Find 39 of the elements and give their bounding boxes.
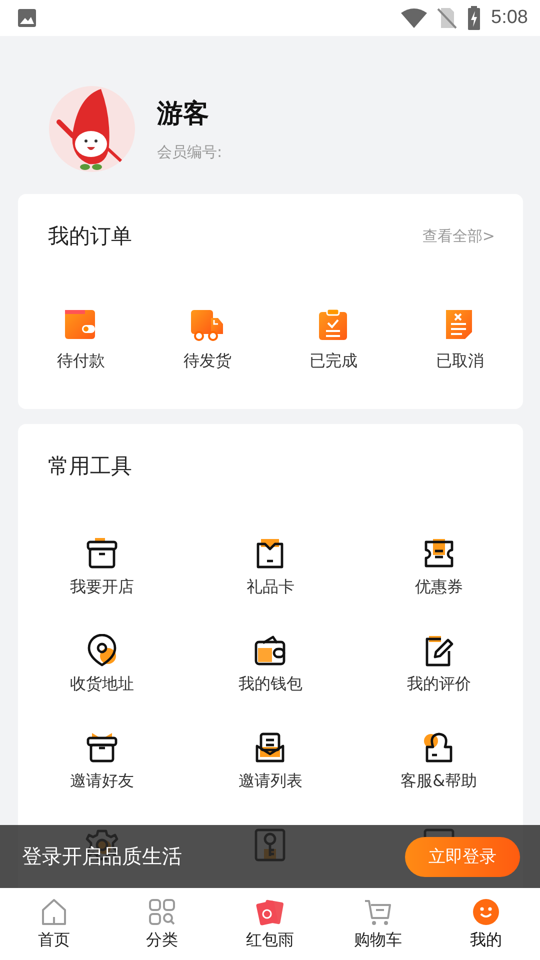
- tool-button[interactable]: 客服&帮助: [354, 731, 523, 792]
- smiley-face-icon: [472, 898, 500, 926]
- tab-button[interactable]: 购物车: [324, 898, 432, 950]
- tool-button[interactable]: 我要开店: [18, 537, 186, 598]
- section-title: 常用工具: [48, 453, 132, 480]
- wallet-icon: [253, 634, 288, 668]
- battery-icon: [467, 6, 482, 30]
- order-status-button[interactable]: 已取消: [396, 309, 523, 372]
- section-title: 我的订单: [48, 223, 132, 250]
- wifi-icon: [401, 8, 428, 28]
- tool-button[interactable]: 收货地址: [18, 634, 186, 695]
- grid-search-icon: [148, 898, 176, 926]
- storage-box-icon: [85, 537, 120, 571]
- tool-button[interactable]: 我的评价: [354, 634, 523, 695]
- tab-button[interactable]: 红包雨: [216, 898, 324, 950]
- no-sim-icon: [437, 7, 458, 29]
- order-status-button[interactable]: 待发货: [144, 309, 270, 372]
- tool-button[interactable]: 礼品卡: [186, 537, 355, 598]
- tool-button[interactable]: 优惠券: [354, 537, 523, 598]
- tab-button[interactable]: 我的: [432, 898, 540, 950]
- tab-button[interactable]: 首页: [0, 898, 108, 950]
- clipboard-check-icon: [318, 309, 350, 341]
- order-status-button[interactable]: 待付款: [18, 309, 144, 372]
- tool-button[interactable]: 我的钱包: [186, 634, 355, 695]
- gift-box-icon: [85, 731, 120, 765]
- image-icon: [17, 8, 37, 28]
- clock-time: 5:08: [491, 7, 528, 29]
- login-prompt-text: 登录开启品质生活: [22, 843, 182, 870]
- cart-icon: [364, 898, 392, 926]
- gift-envelope-icon: [256, 898, 284, 926]
- tab-button[interactable]: 分类: [108, 898, 216, 950]
- tool-button[interactable]: 邀请好友: [18, 731, 186, 792]
- wallet-icon: [65, 309, 98, 341]
- truck-icon: [191, 309, 224, 341]
- user-name: 游客: [157, 98, 210, 131]
- member-number-label: 会员编号:: [157, 143, 222, 162]
- home-icon: [40, 898, 68, 926]
- tool-button[interactable]: 邀请列表: [186, 731, 355, 792]
- order-status-button[interactable]: 已完成: [270, 309, 397, 372]
